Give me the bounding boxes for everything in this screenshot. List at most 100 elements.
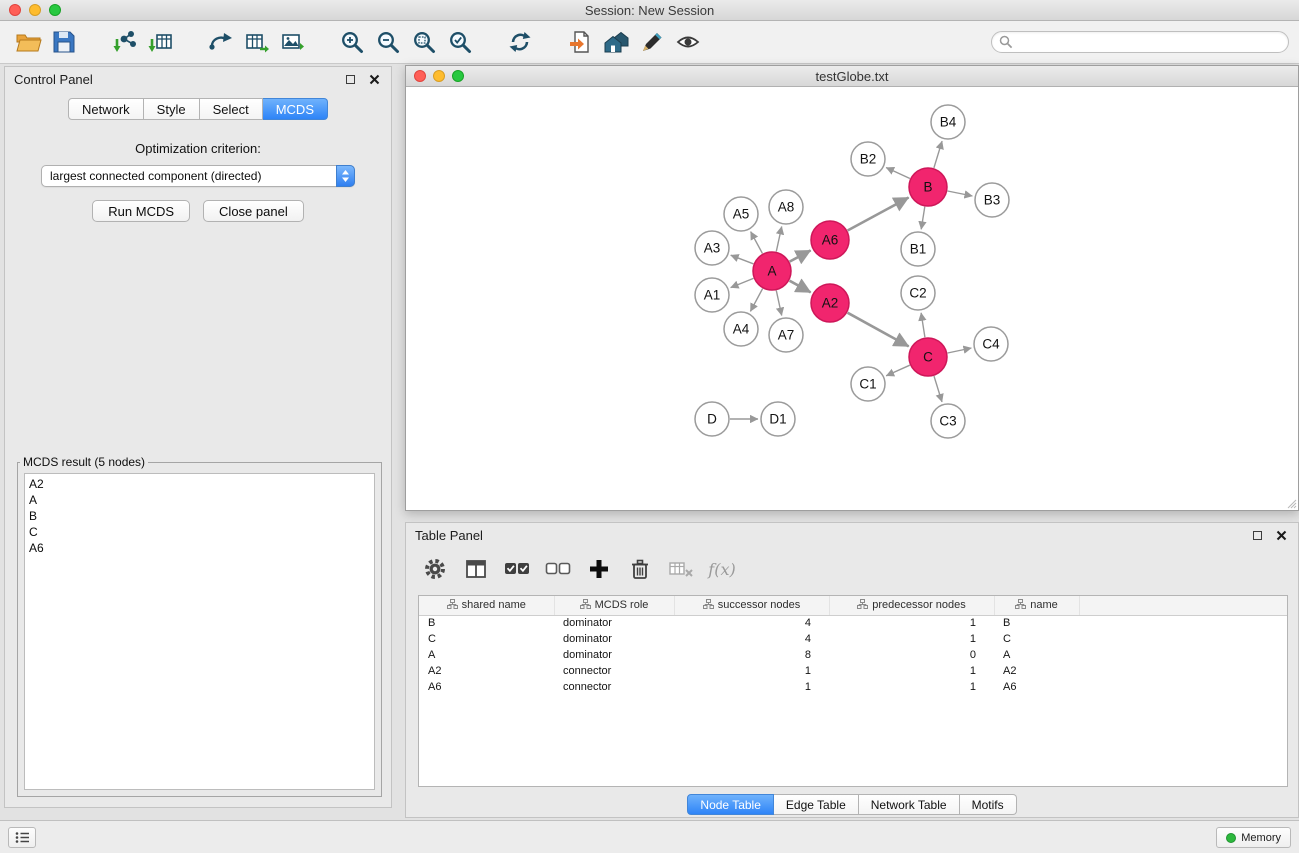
edge-B-B3[interactable] [948,191,973,196]
network-zoom-icon[interactable] [452,70,464,82]
column-header-predecessor-nodes[interactable]: predecessor nodes [829,596,994,615]
memory-button[interactable]: Memory [1216,827,1291,848]
edge-A-A7[interactable] [776,291,781,316]
column-header-successor-nodes[interactable]: successor nodes [674,596,829,615]
cell-predecessor-nodes[interactable]: 1 [829,631,994,647]
tab-mcds[interactable]: MCDS [263,98,328,120]
import-table-icon[interactable] [142,25,178,59]
style-brush-icon[interactable] [634,25,670,59]
cell-name[interactable]: A6 [994,679,1079,695]
home-icon[interactable] [598,25,634,59]
edge-B-B1[interactable] [921,207,925,230]
cell-shared-name[interactable]: A6 [419,679,554,695]
eye-icon[interactable] [670,25,706,59]
edge-B-B2[interactable] [886,168,910,179]
tab-style[interactable]: Style [144,98,200,120]
edge-A-A6[interactable] [790,250,811,261]
cell-successor-nodes[interactable]: 1 [674,679,829,695]
column-header-mcds-role[interactable]: MCDS role [554,596,674,615]
edge-A-A3[interactable] [731,255,754,264]
close-panel-button[interactable]: Close panel [203,200,304,222]
cell-name[interactable]: C [994,631,1079,647]
edge-C-C2[interactable] [921,313,925,337]
result-item[interactable]: A [29,492,370,508]
tab-select[interactable]: Select [200,98,263,120]
table-row[interactable]: A2 connector 1 1 A2 [419,663,1287,679]
edge-A-A4[interactable] [750,289,762,312]
cell-shared-name[interactable]: A [419,647,554,663]
reload-network-icon[interactable] [202,25,238,59]
column-header-shared-name[interactable]: shared name [419,596,554,615]
delete-column-trash-icon[interactable] [627,556,653,582]
cell-shared-name[interactable]: C [419,631,554,647]
import-network-icon[interactable] [106,25,142,59]
float-panel-icon[interactable] [342,72,358,88]
cell-mcds-role[interactable]: connector [554,663,674,679]
select-columns-icon[interactable] [463,556,489,582]
table-row[interactable]: B dominator 4 1 B [419,615,1287,631]
tab-network[interactable]: Network [68,98,144,120]
cell-predecessor-nodes[interactable]: 1 [829,679,994,695]
zoom-out-icon[interactable] [370,25,406,59]
cell-predecessor-nodes[interactable]: 0 [829,647,994,663]
table-row[interactable]: C dominator 4 1 C [419,631,1287,647]
edge-A-A5[interactable] [751,232,763,254]
cell-successor-nodes[interactable]: 8 [674,647,829,663]
result-item[interactable]: C [29,524,370,540]
task-history-list-icon[interactable] [8,827,36,848]
edge-A2-C[interactable] [848,313,909,347]
tab-edge-table[interactable]: Edge Table [774,794,859,815]
refresh-layout-icon[interactable] [502,25,538,59]
edge-A-A1[interactable] [731,278,754,287]
cell-shared-name[interactable]: B [419,615,554,631]
tab-node-table[interactable]: Node Table [687,794,774,815]
close-table-panel-icon[interactable] [1273,528,1289,544]
cell-mcds-role[interactable]: dominator [554,631,674,647]
cell-shared-name[interactable]: A2 [419,663,554,679]
open-folder-icon[interactable] [10,25,46,59]
network-view[interactable]: B4B2BB3A5A8A6B1A3AC2A1A2A4A7C4CC1C3DD1 [406,87,1298,510]
cell-mcds-role[interactable]: connector [554,679,674,695]
edge-A-A8[interactable] [776,227,781,252]
cell-successor-nodes[interactable]: 1 [674,663,829,679]
column-header-name[interactable]: name [994,596,1079,615]
cell-name[interactable]: A [994,647,1079,663]
cell-successor-nodes[interactable]: 4 [674,631,829,647]
cell-successor-nodes[interactable]: 4 [674,615,829,631]
save-icon[interactable] [46,25,82,59]
edge-A6-B[interactable] [848,198,909,231]
zoom-traffic-light-icon[interactable] [49,4,61,16]
zoom-selected-icon[interactable] [442,25,478,59]
edge-C-C4[interactable] [948,348,972,353]
delete-table-icon[interactable] [668,556,694,582]
tab-network-table[interactable]: Network Table [859,794,960,815]
export-image-icon[interactable] [274,25,310,59]
zoom-in-icon[interactable] [334,25,370,59]
result-item[interactable]: A2 [29,476,370,492]
tab-motifs[interactable]: Motifs [960,794,1017,815]
table-settings-gear-icon[interactable] [422,556,448,582]
network-minimize-icon[interactable] [433,70,445,82]
cell-mcds-role[interactable]: dominator [554,647,674,663]
minimize-traffic-light-icon[interactable] [29,4,41,16]
cell-name[interactable]: A2 [994,663,1079,679]
edge-C-C3[interactable] [934,376,942,402]
cell-predecessor-nodes[interactable]: 1 [829,615,994,631]
result-item[interactable]: B [29,508,370,524]
network-canvas[interactable]: B4B2BB3A5A8A6B1A3AC2A1A2A4A7C4CC1C3DD1 [406,87,1298,510]
export-table-icon[interactable] [238,25,274,59]
search-input[interactable] [1017,35,1281,49]
cell-mcds-role[interactable]: dominator [554,615,674,631]
add-column-icon[interactable] [586,556,612,582]
resize-grip-icon[interactable] [1285,497,1297,509]
edge-A-A2[interactable] [790,281,811,293]
edge-C-C1[interactable] [886,365,910,376]
open-recent-file-icon[interactable] [562,25,598,59]
deselect-all-icon[interactable] [545,556,571,582]
cell-name[interactable]: B [994,615,1079,631]
float-table-panel-icon[interactable] [1249,528,1265,544]
result-item[interactable]: A6 [29,540,370,556]
function-builder-icon[interactable]: f(x) [709,556,735,582]
table-row[interactable]: A dominator 8 0 A [419,647,1287,663]
close-panel-icon[interactable] [366,72,382,88]
